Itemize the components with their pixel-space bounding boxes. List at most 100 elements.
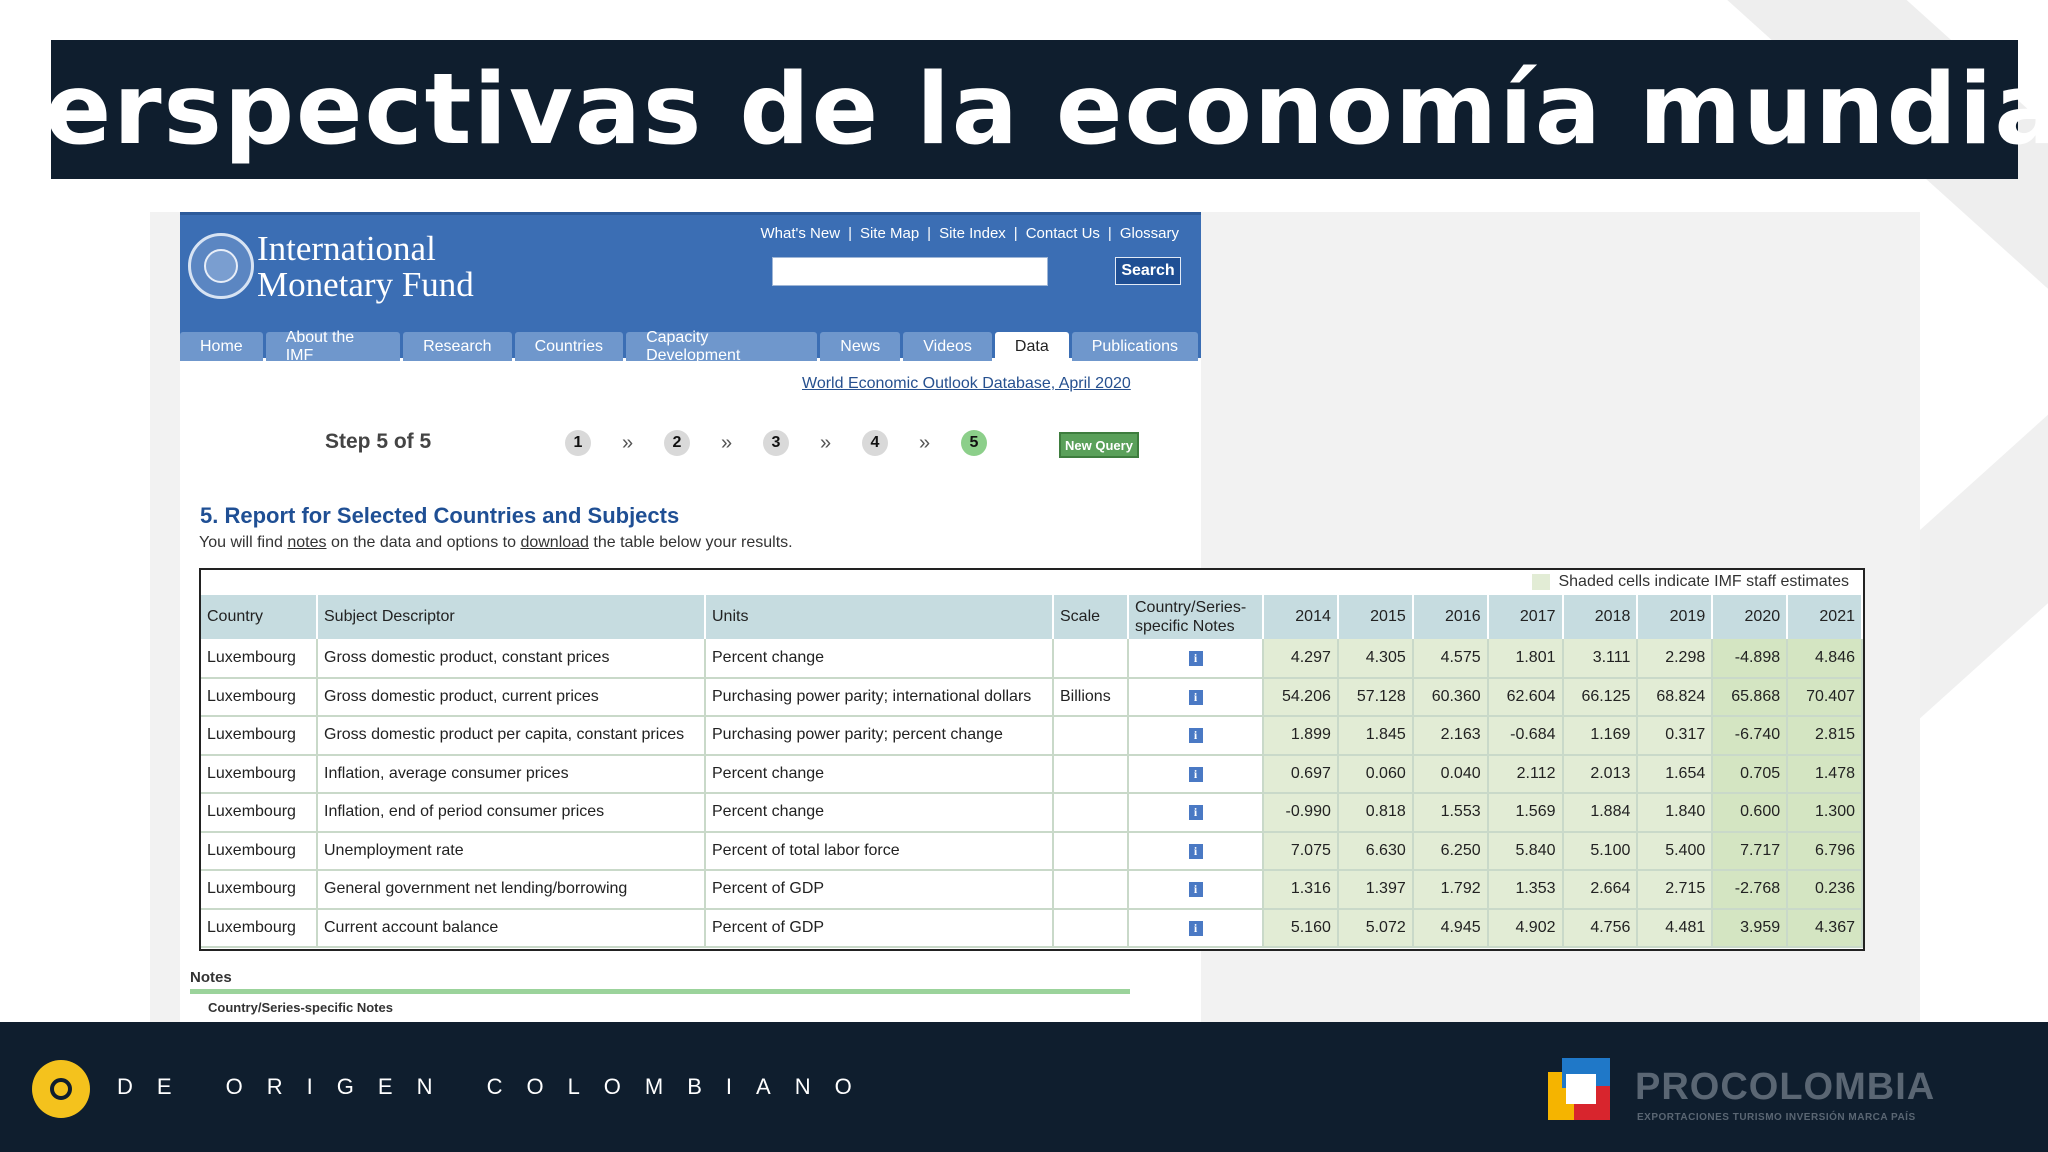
step-5-button[interactable]: 5 <box>961 430 987 456</box>
table-row: Luxembourg Current account balance Percent… <box>201 908 1863 948</box>
table-row: Luxembourg Gross domestic product per cap… <box>201 716 1863 756</box>
info-icon[interactable]: i <box>1188 650 1203 666</box>
tab-data[interactable]: Data <box>994 332 1069 361</box>
cell-subject: General government net lending/borrowing <box>317 870 706 910</box>
cell-value: 1.899 <box>1263 716 1339 756</box>
tab-home[interactable]: Home <box>180 332 263 361</box>
new-query-button[interactable]: New Query <box>1059 432 1139 458</box>
cell-value: 2.298 <box>1637 639 1714 679</box>
brand-subtitle: EXPORTACIONES TURISMO INVERSIÓN MARCA PA… <box>1637 1112 1916 1123</box>
cell-scale <box>1053 754 1129 794</box>
cell-subject: Unemployment rate <box>317 831 706 871</box>
tab-capacity-development[interactable]: Capacity Development <box>626 329 818 364</box>
data-table: Country Subject Descriptor Units Scale C… <box>201 595 1863 948</box>
cell-value: 1.654 <box>1637 754 1714 794</box>
search-input[interactable] <box>772 257 1048 286</box>
cell-value: 7.717 <box>1712 831 1789 871</box>
col-year: 2019 <box>1637 595 1714 639</box>
cell-value: 0.040 <box>1412 754 1489 794</box>
step-3-button[interactable]: 3 <box>763 430 789 456</box>
col-year: 2020 <box>1712 595 1789 639</box>
cell-scale <box>1053 716 1129 756</box>
cell-value: 1.553 <box>1412 793 1489 833</box>
slide-footer: DE ORIGEN COLOMBIANO PROCOLOMBIA EXPORTA… <box>0 1022 2048 1152</box>
col-notes: Country/Series-specific Notes <box>1128 595 1264 639</box>
info-icon[interactable]: i <box>1188 805 1203 821</box>
table-row: Luxembourg Inflation, average consumer pr… <box>201 754 1863 794</box>
cell-notes: i <box>1128 831 1264 871</box>
tab-countries[interactable]: Countries <box>514 332 624 361</box>
slide-title: Perspectivas de la economía mundial <box>0 52 2048 167</box>
step-2-button[interactable]: 2 <box>664 430 690 456</box>
cell-scale <box>1053 793 1129 833</box>
cell-value: 2.815 <box>1787 716 1863 756</box>
info-icon[interactable]: i <box>1188 689 1203 705</box>
cell-notes: i <box>1128 870 1264 910</box>
cell-value: 60.360 <box>1412 677 1489 717</box>
cell-value: -0.990 <box>1263 793 1339 833</box>
cell-country: Luxembourg <box>201 754 318 794</box>
col-year: 2017 <box>1487 595 1564 639</box>
tab-about[interactable]: About the IMF <box>265 329 401 364</box>
cell-value: 1.316 <box>1263 870 1339 910</box>
cell-units: Percent change <box>705 639 1054 679</box>
link-glossary[interactable]: Glossary <box>1120 225 1179 242</box>
table-row: Luxembourg Inflation, end of period consu… <box>201 793 1863 833</box>
search-button[interactable]: Search <box>1115 257 1181 285</box>
tab-news[interactable]: News <box>820 332 901 361</box>
notes-divider <box>190 989 1130 994</box>
shade-legend: Shaded cells indicate IMF staff estimate… <box>1528 570 1863 594</box>
cell-country: Luxembourg <box>201 716 318 756</box>
info-icon[interactable]: i <box>1188 843 1203 859</box>
cell-value: 4.305 <box>1337 639 1414 679</box>
cell-value: 70.407 <box>1787 677 1863 717</box>
cell-value: 5.072 <box>1337 908 1414 948</box>
imf-logo-text[interactable]: International Monetary Fund <box>257 231 474 303</box>
footer-tagline: DE ORIGEN COLOMBIANO <box>117 1074 876 1099</box>
cell-country: Luxembourg <box>201 639 318 679</box>
col-year: 2016 <box>1412 595 1489 639</box>
col-year: 2015 <box>1337 595 1414 639</box>
download-link[interactable]: download <box>520 534 589 551</box>
chevron-right-icon: » <box>819 431 832 454</box>
cell-scale <box>1053 908 1129 948</box>
info-icon[interactable]: i <box>1188 766 1203 782</box>
cell-notes: i <box>1128 677 1264 717</box>
tab-videos[interactable]: Videos <box>903 332 992 361</box>
cell-value: 7.075 <box>1263 831 1339 871</box>
cell-value: 1.884 <box>1562 793 1639 833</box>
brand-name: PROCOLOMBIA <box>1635 1066 1936 1108</box>
table-row: Luxembourg Gross domestic product, curren… <box>201 677 1863 717</box>
cell-value: 4.945 <box>1412 908 1489 948</box>
tab-research[interactable]: Research <box>403 332 512 361</box>
link-site-index[interactable]: Site Index <box>939 225 1006 242</box>
cell-value: 6.796 <box>1787 831 1863 871</box>
cell-value: 0.705 <box>1712 754 1789 794</box>
cell-value: 1.840 <box>1637 793 1714 833</box>
weo-database-link[interactable]: World Economic Outlook Database, April 2… <box>802 375 1131 393</box>
imf-seal-icon[interactable] <box>188 233 254 299</box>
notes-link[interactable]: notes <box>287 534 326 551</box>
cell-value: -4.898 <box>1712 639 1789 679</box>
info-icon[interactable]: i <box>1188 920 1203 936</box>
tab-publications[interactable]: Publications <box>1071 332 1198 361</box>
info-icon[interactable]: i <box>1188 728 1203 744</box>
cell-value: 54.206 <box>1263 677 1339 717</box>
cell-value: -0.684 <box>1487 716 1564 756</box>
step-1-button[interactable]: 1 <box>565 430 591 456</box>
col-country: Country <box>201 595 318 639</box>
link-site-map[interactable]: Site Map <box>860 225 919 242</box>
cell-value: 6.630 <box>1337 831 1414 871</box>
step-4-button[interactable]: 4 <box>862 430 888 456</box>
cell-value: 0.600 <box>1712 793 1789 833</box>
link-whats-new[interactable]: What's New <box>761 225 841 242</box>
info-icon[interactable]: i <box>1188 882 1203 898</box>
main-nav-tabs: Home About the IMF Research Countries Ca… <box>180 329 1201 364</box>
step-indicator: Step 5 of 5 <box>325 430 432 453</box>
link-contact-us[interactable]: Contact Us <box>1026 225 1100 242</box>
cell-value: 4.846 <box>1787 639 1863 679</box>
cell-units: Percent of GDP <box>705 870 1054 910</box>
cell-value: 2.664 <box>1562 870 1639 910</box>
cell-notes: i <box>1128 754 1264 794</box>
cell-scale <box>1053 870 1129 910</box>
